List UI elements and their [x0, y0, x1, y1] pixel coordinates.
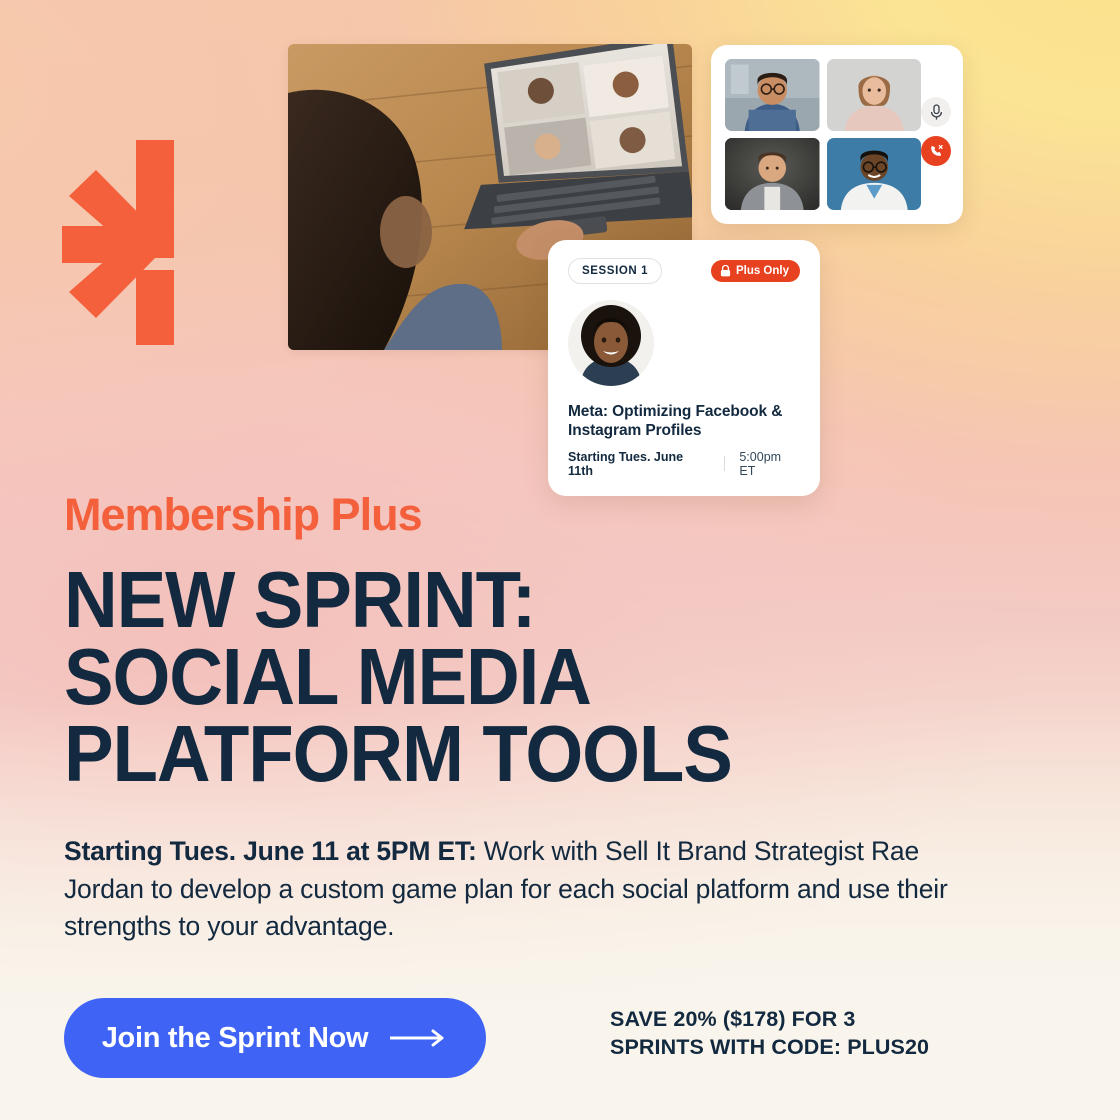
speaker-avatar	[568, 300, 654, 386]
microphone-icon	[930, 103, 942, 120]
video-call-panel	[711, 45, 963, 224]
call-controls	[921, 97, 951, 166]
page-title: NEW SPRINT: SOCIAL MEDIA PLATFORM TOOLS	[64, 555, 789, 798]
session-meta: Starting Tues. June 11th 5:00pm ET	[568, 450, 800, 478]
join-sprint-label: Join the Sprint Now	[101, 1021, 369, 1054]
end-call-button[interactable]	[921, 136, 951, 166]
plus-only-badge: Plus Only	[710, 260, 800, 282]
session-card: SESSION 1 Plus Only Meta: Optimizing Fac…	[548, 240, 820, 496]
promo-line-1: SAVE 20% ($178) FOR 3	[610, 1007, 856, 1031]
participant-tile-2[interactable]	[826, 59, 921, 131]
eyebrow-label: Membership Plus	[64, 489, 423, 540]
plus-only-label: Plus Only	[735, 265, 789, 277]
join-sprint-button[interactable]: Join the Sprint Now	[64, 998, 486, 1078]
lock-icon	[720, 265, 731, 277]
participant-tile-3[interactable]	[725, 138, 820, 210]
microphone-button[interactable]	[921, 97, 951, 127]
headline-line-1: NEW SPRINT:	[64, 555, 536, 644]
body-lead-in: Starting Tues. June 11 at 5PM ET:	[64, 836, 477, 866]
session-start-date: Starting Tues. June 11th	[568, 449, 684, 478]
participant-grid	[725, 59, 921, 210]
participant-tile-1[interactable]	[725, 59, 820, 131]
session-title: Meta: Optimizing Facebook & Instagram Pr…	[568, 403, 783, 440]
headline-line-3: PLATFORM TOOLS	[64, 708, 733, 798]
promo-line-2: SPRINTS WITH CODE: PLUS20	[610, 1034, 930, 1059]
headline-line-2: SOCIAL MEDIA	[64, 631, 592, 721]
participant-tile-4[interactable]	[826, 138, 921, 210]
brand-logo	[62, 140, 174, 345]
session-card-header: SESSION 1 Plus Only	[568, 258, 800, 284]
session-start-time: 5:00pm ET	[739, 449, 782, 478]
session-number-pill: SESSION 1	[568, 258, 663, 284]
phone-hangup-icon	[931, 144, 943, 156]
meta-divider	[724, 456, 726, 472]
arrow-chevron-logo	[62, 140, 174, 345]
body-copy: Starting Tues. June 11 at 5PM ET: Work w…	[64, 833, 964, 946]
promo-code-text: SAVE 20% ($178) FOR 3 SPRINTS WITH CODE:…	[610, 1006, 1030, 1062]
arrow-right-icon	[390, 1029, 444, 1047]
